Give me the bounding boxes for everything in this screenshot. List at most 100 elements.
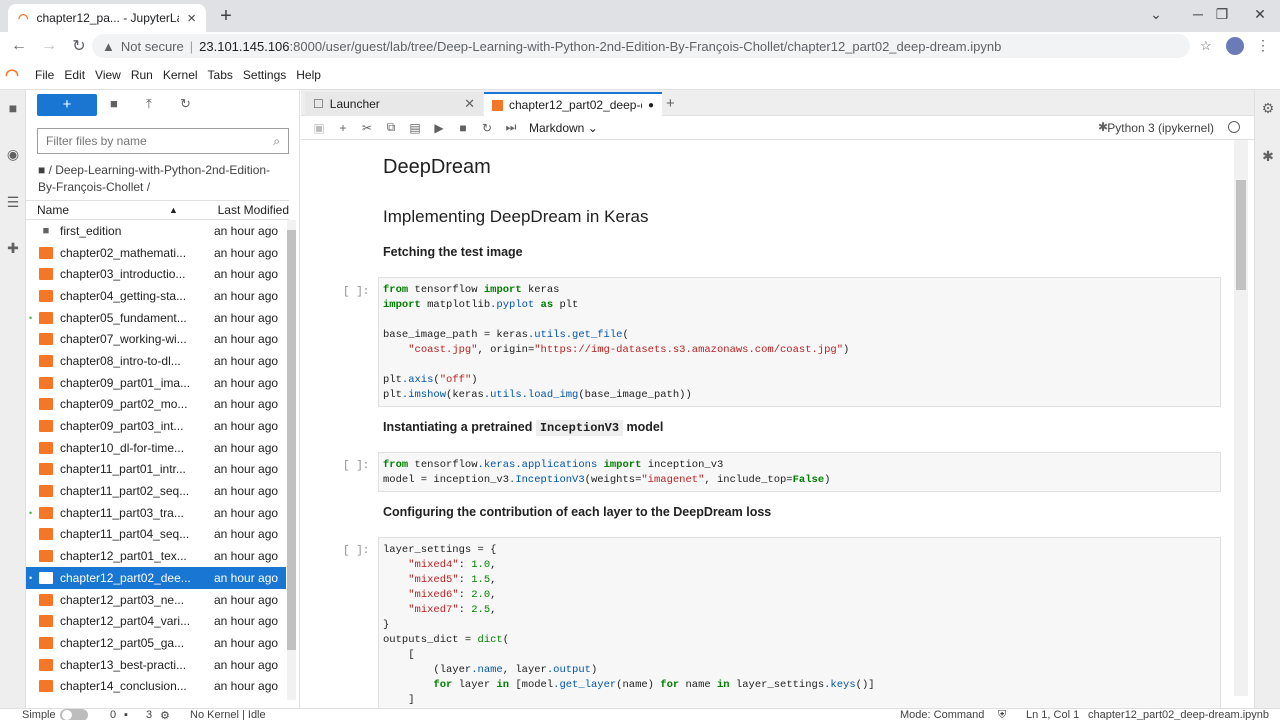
list-item[interactable]: chapter13_best-practi... an hour ago bbox=[26, 654, 286, 676]
reload-icon[interactable]: ↻ bbox=[68, 36, 90, 56]
forward-icon[interactable]: → bbox=[38, 37, 60, 55]
tab-search-icon[interactable]: ⌄ bbox=[1136, 6, 1176, 26]
file-list-scroll-thumb[interactable] bbox=[287, 230, 296, 650]
heading-configuring[interactable]: Configuring the contribution of each lay… bbox=[383, 505, 771, 519]
simple-mode-toggle[interactable] bbox=[60, 709, 88, 720]
list-item[interactable]: chapter02_mathemati... an hour ago bbox=[26, 242, 286, 264]
copy-icon[interactable]: ⧉ bbox=[379, 120, 403, 135]
code-cell-layers[interactable]: layer_settings = { "mixed4": 1.0, "mixed… bbox=[378, 537, 1221, 708]
list-item[interactable]: chapter12_part01_tex... an hour ago bbox=[26, 545, 286, 567]
browser-tab[interactable]: ◠ chapter12_pa... - JupyterLab × bbox=[8, 4, 206, 32]
new-folder-icon[interactable]: ■ bbox=[110, 96, 118, 111]
new-tab-button[interactable]: + bbox=[214, 4, 238, 28]
refresh-icon[interactable]: ↻ bbox=[180, 96, 191, 112]
kernels-count[interactable]: 3 bbox=[146, 709, 152, 720]
breadcrumb[interactable]: ■ / Deep-Learning-with-Python-2nd-Editio… bbox=[38, 162, 288, 196]
list-item[interactable]: chapter11_part04_seq... an hour ago bbox=[26, 524, 286, 546]
menu-help[interactable]: Help bbox=[291, 68, 326, 82]
list-item[interactable]: chapter08_intro-to-dl... an hour ago bbox=[26, 350, 286, 372]
notebook-scrollbar[interactable] bbox=[1234, 140, 1248, 696]
modified-column-header[interactable]: Last Modified bbox=[209, 203, 289, 217]
name-column-header[interactable]: Name bbox=[26, 203, 169, 217]
menu-edit[interactable]: Edit bbox=[59, 68, 90, 82]
list-item[interactable]: chapter14_conclusion... an hour ago bbox=[26, 675, 286, 697]
file-name: chapter12_part01_tex... bbox=[60, 549, 187, 564]
kernel-state[interactable]: No Kernel | Idle bbox=[190, 709, 266, 720]
stop-icon[interactable]: ■ bbox=[451, 121, 475, 135]
debugger-panel-icon[interactable]: ✱ bbox=[1259, 148, 1277, 166]
save-icon[interactable]: ▣ bbox=[307, 121, 331, 135]
new-launcher-button[interactable]: + bbox=[37, 94, 97, 116]
warning-icon: ▲ bbox=[102, 38, 115, 54]
close-tab-icon[interactable]: × bbox=[187, 10, 196, 27]
terminals-count[interactable]: 0 bbox=[110, 709, 116, 720]
list-item[interactable]: chapter10_dl-for-time... an hour ago bbox=[26, 437, 286, 459]
list-item[interactable]: chapter09_part03_int... an hour ago bbox=[26, 415, 286, 437]
list-item[interactable]: chapter09_part01_ima... an hour ago bbox=[26, 372, 286, 394]
list-item[interactable]: chapter11_part02_seq... an hour ago bbox=[26, 480, 286, 502]
list-item[interactable]: ■ first_edition an hour ago bbox=[26, 220, 286, 242]
menu-file[interactable]: File bbox=[30, 68, 59, 82]
file-modified: an hour ago bbox=[214, 592, 279, 607]
file-modified: an hour ago bbox=[214, 245, 279, 260]
restart-run-all-icon[interactable]: ⏭ bbox=[499, 120, 523, 135]
code-cell-model[interactable]: from tensorflow.keras.applications impor… bbox=[378, 452, 1221, 492]
back-icon[interactable]: ← bbox=[8, 37, 30, 55]
heading-deepdream[interactable]: DeepDream bbox=[383, 156, 491, 179]
address-bar[interactable]: ▲ Not secure | 23.101.145.106:8000/user/… bbox=[92, 34, 1190, 58]
add-tab-icon[interactable]: + bbox=[666, 95, 675, 112]
menu-tabs[interactable]: Tabs bbox=[203, 68, 238, 82]
list-item[interactable]: chapter12_part05_ga... an hour ago bbox=[26, 632, 286, 654]
list-item[interactable]: chapter03_introductio... an hour ago bbox=[26, 263, 286, 285]
paste-icon[interactable]: ▤ bbox=[403, 121, 427, 135]
extension-icon[interactable]: ✚ bbox=[4, 240, 22, 258]
browser-menu-icon[interactable]: ⋮ bbox=[1256, 37, 1270, 54]
restart-icon[interactable]: ↻ bbox=[475, 121, 499, 135]
menu-view[interactable]: View bbox=[90, 68, 126, 82]
heading-fetching[interactable]: Fetching the test image bbox=[383, 245, 523, 259]
close-launcher-icon[interactable]: ✕ bbox=[464, 96, 475, 112]
cut-icon[interactable]: ✂ bbox=[355, 121, 379, 135]
file-filter-input[interactable]: Filter files by name ⌕ bbox=[37, 128, 289, 154]
list-item[interactable]: chapter12_part03_ne... an hour ago bbox=[26, 589, 286, 611]
code-cell-fetch[interactable]: from tensorflow import keras import matp… bbox=[378, 277, 1221, 407]
property-inspector-icon[interactable]: ⚙ bbox=[1259, 100, 1277, 118]
sort-caret-icon[interactable]: ▲ bbox=[169, 205, 209, 215]
menu-settings[interactable]: Settings bbox=[238, 68, 291, 82]
list-item[interactable]: chapter09_part02_mo... an hour ago bbox=[26, 394, 286, 416]
running-icon[interactable]: ◉ bbox=[4, 146, 22, 164]
maximize-icon[interactable]: ❐ bbox=[1202, 6, 1242, 26]
list-item[interactable]: • chapter11_part03_tra... an hour ago bbox=[26, 502, 286, 524]
menu-kernel[interactable]: Kernel bbox=[158, 68, 203, 82]
list-item[interactable]: chapter11_part01_intr... an hour ago bbox=[26, 459, 286, 481]
notebook-icon bbox=[39, 311, 53, 324]
file-list-scrollbar[interactable] bbox=[287, 220, 296, 700]
heading-pretrained[interactable]: Instantiating a pretrained InceptionV3 m… bbox=[383, 420, 663, 436]
file-modified: an hour ago bbox=[214, 288, 279, 303]
insert-cell-icon[interactable]: + bbox=[331, 121, 355, 135]
toc-icon[interactable]: ☰ bbox=[4, 194, 22, 212]
list-item[interactable]: chapter12_part04_vari... an hour ago bbox=[26, 610, 286, 632]
run-icon[interactable]: ▶ bbox=[427, 121, 451, 135]
mode-indicator: Mode: Command bbox=[900, 709, 985, 720]
bookmark-star-icon[interactable]: ☆ bbox=[1200, 38, 1212, 54]
kernel-name[interactable]: Python 3 (ipykernel) bbox=[1107, 121, 1214, 135]
list-item[interactable]: chapter04_getting-sta... an hour ago bbox=[26, 285, 286, 307]
menu-run[interactable]: Run bbox=[126, 68, 158, 82]
list-item[interactable]: chapter07_working-wi... an hour ago bbox=[26, 328, 286, 350]
cell-type-select[interactable]: Markdown ⌄ bbox=[529, 121, 598, 135]
close-window-icon[interactable]: ✕ bbox=[1240, 6, 1280, 26]
tab-launcher[interactable]: ☐ Launcher ✕ bbox=[305, 92, 483, 116]
cell-prompt: [ ]: bbox=[343, 545, 370, 557]
inline-code-inceptionv3: InceptionV3 bbox=[535, 420, 624, 436]
profile-avatar[interactable] bbox=[1226, 37, 1244, 55]
list-item[interactable]: • chapter05_fundament... an hour ago bbox=[26, 307, 286, 329]
list-item[interactable]: • chapter12_part02_dee... an hour ago bbox=[26, 567, 286, 589]
tab-notebook[interactable]: chapter12_part02_deep-drea ● bbox=[484, 92, 662, 116]
heading-implementing[interactable]: Implementing DeepDream in Keras bbox=[383, 207, 649, 227]
cursor-position[interactable]: Ln 1, Col 1 bbox=[1026, 709, 1079, 720]
upload-icon[interactable]: ⤒ bbox=[146, 96, 152, 112]
unsaved-dot-icon[interactable]: ● bbox=[648, 100, 654, 111]
folder-icon[interactable]: ■ bbox=[4, 100, 22, 118]
notebook-scroll-thumb[interactable] bbox=[1236, 180, 1246, 290]
